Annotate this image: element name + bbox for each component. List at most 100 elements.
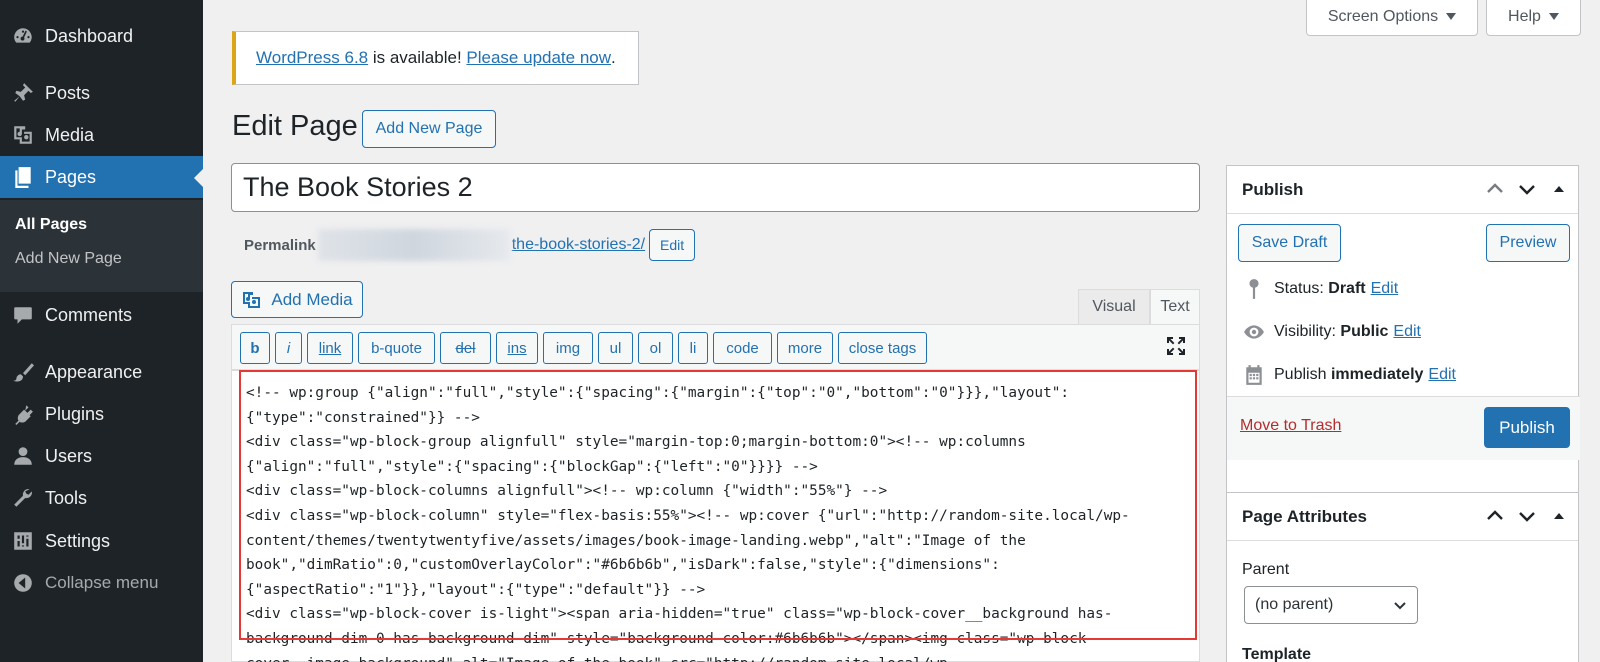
save-draft-button[interactable]: Save Draft (1238, 224, 1341, 262)
settings-icon (11, 529, 35, 553)
schedule-label: Publish (1274, 366, 1327, 383)
page-attributes-header: Page Attributes (1227, 493, 1578, 541)
add-media-icon (243, 291, 261, 308)
pin-icon (1242, 277, 1266, 301)
dashboard-icon (11, 24, 35, 48)
publish-box-title: Publish (1242, 179, 1304, 199)
page-attributes-box: Page Attributes Parent (no parent) Templ… (1226, 492, 1579, 662)
move-up-icon[interactable] (1484, 505, 1506, 527)
update-notice: WordPress 6.8 is available! Please updat… (232, 31, 639, 85)
menu-users-label: Users (45, 445, 93, 466)
add-new-page-button[interactable]: Add New Page (362, 110, 496, 148)
move-down-icon[interactable] (1516, 505, 1538, 527)
qt-close-tags-button[interactable]: close tags (838, 332, 927, 364)
template-label: Template (1242, 646, 1312, 662)
schedule-edit-link[interactable]: Edit (1428, 366, 1456, 384)
help-button[interactable]: Help (1486, 0, 1581, 36)
status-row: Status: Draft Edit (1242, 277, 1398, 301)
toggle-panel-icon[interactable] (1548, 505, 1570, 527)
visibility-row: Visibility: Public Edit (1242, 320, 1421, 344)
visibility-edit-link[interactable]: Edit (1393, 323, 1421, 341)
pushpin-icon (11, 81, 35, 105)
major-publishing-actions: Move to Trash Publish (1227, 396, 1580, 460)
status-value: Draft (1328, 280, 1366, 297)
schedule-value: immediately (1330, 366, 1424, 383)
eye-icon (1242, 320, 1266, 344)
parent-label: Parent (1242, 561, 1290, 578)
post-title-input[interactable]: The Book Stories 2 (231, 163, 1200, 212)
tab-visual[interactable]: Visual (1078, 289, 1150, 324)
comment-icon (11, 303, 35, 327)
permalink-edit-button[interactable]: Edit (649, 229, 696, 261)
menu-appearance[interactable]: Appearance (0, 351, 203, 393)
page-attributes-title: Page Attributes (1242, 506, 1368, 526)
permalink-label: Permalink (244, 236, 316, 254)
add-media-button[interactable]: Add Media (231, 281, 363, 318)
menu-comments[interactable]: Comments (0, 294, 203, 336)
move-up-icon[interactable] (1484, 178, 1506, 200)
qt-img-button[interactable]: img (543, 332, 593, 364)
content-code: <!-- wp:group {"align":"full","style":{"… (246, 385, 1130, 662)
menu-plugins-label: Plugins (45, 403, 105, 424)
toggle-panel-icon[interactable] (1548, 178, 1570, 200)
wrench-icon (11, 486, 35, 510)
qt-ol-button[interactable]: ol (638, 332, 673, 364)
wordpress-version-link[interactable]: WordPress 6.8 (256, 48, 368, 68)
qt-del-button[interactable]: del (440, 332, 491, 364)
blurred-url (317, 229, 510, 261)
collapse-menu-button[interactable]: Collapse menu (0, 562, 203, 604)
qt-italic-button[interactable]: i (275, 332, 302, 364)
menu-dashboard-label: Dashboard (45, 25, 134, 46)
submenu-all-pages[interactable]: All Pages (15, 216, 87, 234)
parent-select[interactable]: (no parent) (1244, 586, 1418, 624)
menu-pages[interactable]: Pages (0, 156, 203, 198)
menu-media-label: Media (45, 124, 95, 145)
update-now-link[interactable]: Please update now (466, 48, 611, 68)
menu-posts-label: Posts (45, 82, 91, 103)
media-icon (11, 123, 35, 147)
menu-plugins[interactable]: Plugins (0, 393, 203, 435)
plugin-icon (11, 402, 35, 426)
menu-tools[interactable]: Tools (0, 477, 203, 519)
quicktags-toolbar: b i link b-quote del ins img ul ol li co… (231, 324, 1200, 370)
page-title: Edit Page (232, 110, 358, 142)
menu-media[interactable]: Media (0, 114, 203, 156)
help-label: Help (1508, 7, 1541, 25)
menu-settings[interactable]: Settings (0, 520, 203, 562)
permalink-slug-link[interactable]: the-book-stories-2/ (512, 236, 645, 254)
chevron-down-icon (1394, 602, 1406, 610)
admin-sidebar: Dashboard Posts Media Pages All Pages Ad… (0, 0, 203, 662)
status-edit-link[interactable]: Edit (1371, 280, 1399, 298)
menu-settings-label: Settings (45, 530, 111, 551)
tab-text[interactable]: Text (1150, 289, 1200, 324)
qt-bquote-button[interactable]: b-quote (358, 332, 435, 364)
qt-link-button[interactable]: link (307, 332, 353, 364)
submenu-add-new-page[interactable]: Add New Page (15, 250, 122, 268)
menu-comments-label: Comments (45, 304, 133, 325)
pages-icon (11, 165, 35, 189)
menu-posts[interactable]: Posts (0, 72, 203, 114)
qt-bold-button[interactable]: b (240, 332, 270, 364)
fullscreen-icon[interactable] (1165, 335, 1187, 362)
caret-down-icon (1548, 13, 1559, 20)
caret-down-icon (1446, 13, 1457, 20)
calendar-icon (1242, 363, 1266, 387)
move-to-trash-link[interactable]: Move to Trash (1240, 417, 1341, 435)
menu-appearance-label: Appearance (45, 361, 143, 382)
preview-button[interactable]: Preview (1486, 224, 1570, 262)
screen-options-button[interactable]: Screen Options (1306, 0, 1478, 36)
qt-li-button[interactable]: li (678, 332, 708, 364)
notice-middle-text: is available! (368, 48, 467, 67)
publish-button[interactable]: Publish (1484, 407, 1570, 448)
qt-ins-button[interactable]: ins (496, 332, 538, 364)
qt-code-button[interactable]: code (713, 332, 772, 364)
collapse-icon (11, 571, 35, 595)
menu-tools-label: Tools (45, 487, 88, 508)
move-down-icon[interactable] (1516, 178, 1538, 200)
qt-more-button[interactable]: more (777, 332, 833, 364)
paintbrush-icon (11, 360, 35, 384)
content-textarea[interactable]: <!-- wp:group {"align":"full","style":{"… (231, 370, 1200, 662)
qt-ul-button[interactable]: ul (598, 332, 633, 364)
menu-dashboard[interactable]: Dashboard (0, 15, 203, 57)
menu-users[interactable]: Users (0, 435, 203, 477)
